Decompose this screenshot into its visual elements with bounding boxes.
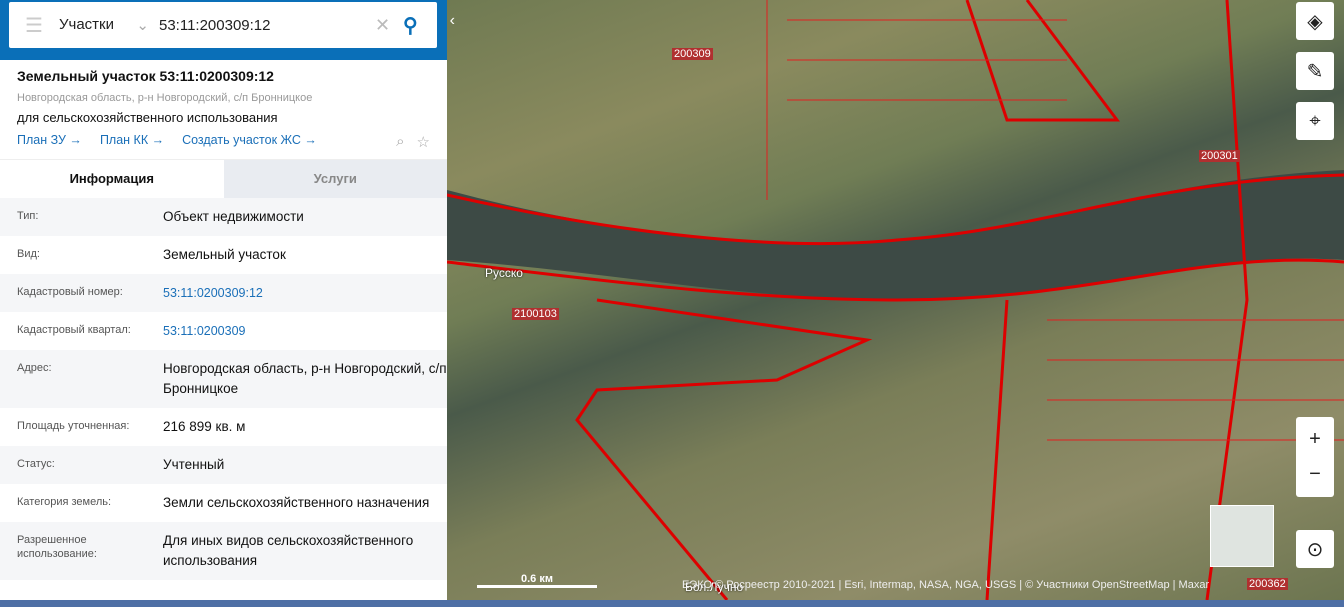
place-label: Русско <box>485 266 523 280</box>
layer-select-value: Участки <box>59 16 114 33</box>
info-panel: ☰ Участки ⌄ 53:11:200309:12 ✕ ⚲ ‹ Земельн… <box>0 0 455 600</box>
plan-kk-link[interactable]: План КК → <box>100 133 164 147</box>
info-value: Земельный участок <box>163 247 286 262</box>
info-row: Кадастровый номер: 53:11:0200309:12 <box>0 274 447 312</box>
map-canvas[interactable]: 200309 200301 2100103 200362 Русско Бол.… <box>447 0 1344 600</box>
basemap-switcher[interactable] <box>1210 505 1274 567</box>
parcel-boundary <box>965 0 1249 600</box>
info-key: Тип: <box>17 210 39 222</box>
info-value: Новгородская область, р-н Новгородский, … <box>163 361 447 396</box>
info-row: Площадь уточненная: 216 899 кв. м <box>0 408 447 446</box>
layers-button[interactable]: ◈ <box>1296 2 1334 40</box>
measure-button[interactable]: ✎ <box>1296 52 1334 90</box>
crosshair-icon: ⌖ <box>1309 109 1321 132</box>
info-row: Адрес: Новгородская область, р-н Новгород… <box>0 350 447 408</box>
zoom-in-button[interactable]: + <box>1309 428 1321 451</box>
cadastral-quarter-link[interactable]: 53:11:0200309 <box>163 321 447 341</box>
clear-icon[interactable]: ✕ <box>375 15 403 36</box>
info-table: Тип: Объект недвижимости Вид: Земельный уч… <box>0 198 447 580</box>
parcel-address: Новгородская область, р-н Новгородский, … <box>17 92 313 104</box>
search-bar: ☰ Участки ⌄ 53:11:200309:12 ✕ ⚲ ‹ <box>0 0 455 60</box>
info-row: Разрешенное использование: Для иных видов… <box>0 522 447 580</box>
info-row: Статус: Учтенный <box>0 446 447 484</box>
quarter-label: 200309 <box>672 48 713 60</box>
search-icon[interactable]: ⚲ <box>403 13 437 38</box>
info-row: Тип: Объект недвижимости <box>0 198 447 236</box>
cadastral-number-link[interactable]: 53:11:0200309:12 <box>163 283 447 303</box>
info-value: Объект недвижимости <box>163 209 304 224</box>
parcel-title: Земельный участок 53:11:0200309:12 <box>17 68 274 84</box>
quarter-label: 200301 <box>1199 150 1240 162</box>
layers-icon: ◈ <box>1307 10 1323 33</box>
attribution: ЕЭКО © Росреестр 2010-2021 | Esri, Inter… <box>682 579 1210 591</box>
scale-bar: 0.6 км <box>477 573 597 588</box>
info-row: Вид: Земельный участок <box>0 236 447 274</box>
info-key: Вид: <box>17 248 40 260</box>
info-key: Адрес: <box>17 362 52 374</box>
parcel-boundary <box>575 298 873 600</box>
star-icon[interactable]: ☆ <box>417 133 430 151</box>
quarter-label: 2100103 <box>512 308 559 320</box>
plan-zu-link[interactable]: План ЗУ → <box>17 133 82 147</box>
info-value: Земли сельскохозяйственного назначения <box>163 495 430 510</box>
info-value: 216 899 кв. м <box>163 419 246 434</box>
zoom-control: + − <box>1296 417 1334 497</box>
info-value: Учтенный <box>163 457 225 472</box>
tab-info[interactable]: Информация <box>0 160 224 198</box>
taskbar <box>0 600 1344 607</box>
menu-icon[interactable]: ☰ <box>9 13 59 38</box>
info-row: Кадастровый квартал: 53:11:0200309 <box>0 312 447 350</box>
quarter-label: 200362 <box>1247 578 1288 590</box>
info-key: Кадастровый квартал: <box>17 324 131 336</box>
info-key: Категория земель: <box>17 496 112 508</box>
search-document-icon[interactable]: ⌕ <box>396 133 404 151</box>
tab-services[interactable]: Услуги <box>223 160 447 198</box>
info-value: Для иных видов сельскохозяйственного исп… <box>163 533 414 568</box>
info-key: Статус: <box>17 458 55 470</box>
zoom-out-button[interactable]: − <box>1309 463 1321 486</box>
layer-select[interactable]: Участки ⌄ <box>59 16 159 34</box>
chevron-down-icon: ⌄ <box>136 17 149 34</box>
river <box>447 170 1344 300</box>
info-key: Кадастровый номер: <box>17 286 123 298</box>
compass-icon: ⊙ <box>1306 538 1324 561</box>
search-input[interactable]: 53:11:200309:12 <box>159 17 375 34</box>
info-key: Разрешенное использование: <box>17 534 97 560</box>
ruler-icon: ✎ <box>1306 60 1324 83</box>
compass-button[interactable]: ⊙ <box>1296 530 1334 568</box>
parcel-purpose: для сельскохозяйственного использования <box>17 110 278 125</box>
collapse-panel-icon[interactable]: ‹ <box>450 12 455 30</box>
info-key: Площадь уточненная: <box>17 420 130 432</box>
locate-button[interactable]: ⌖ <box>1296 102 1334 140</box>
info-row: Категория земель: Земли сельскохозяйствен… <box>0 484 447 522</box>
create-parcel-link[interactable]: Создать участок ЖС → <box>182 133 317 147</box>
